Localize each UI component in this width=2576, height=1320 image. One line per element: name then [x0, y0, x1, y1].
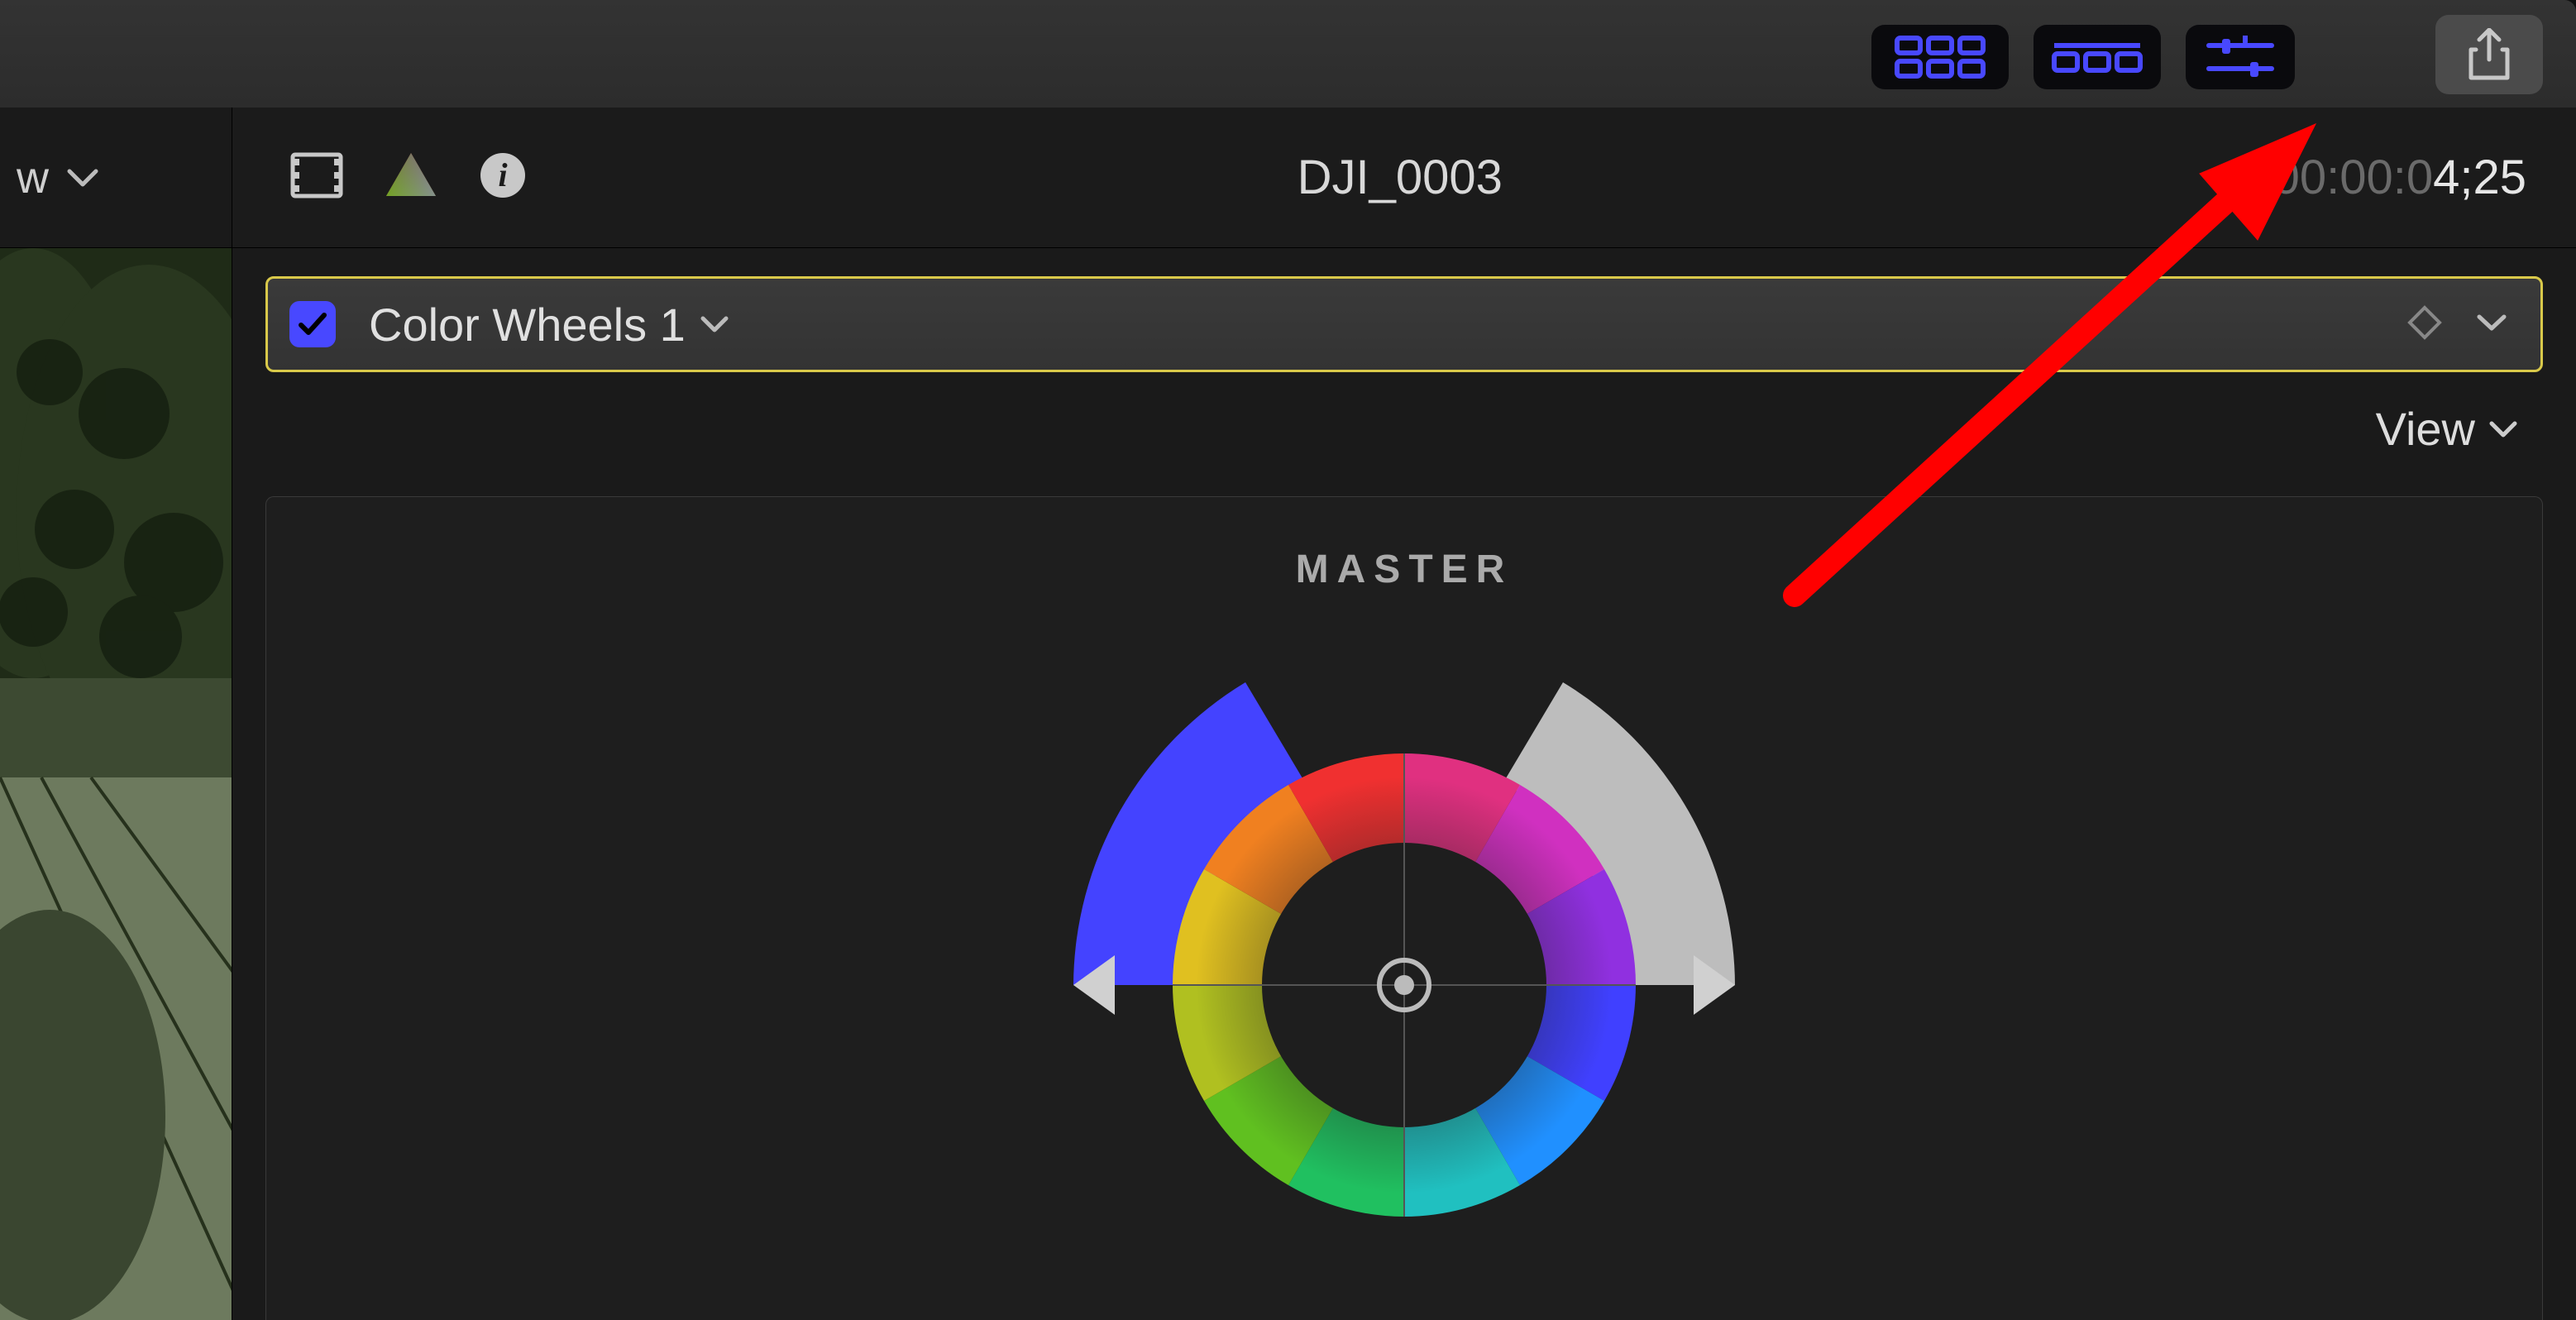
effect-enable-checkbox[interactable] [289, 301, 336, 347]
effect-name-dropdown[interactable]: Color Wheels 1 [369, 298, 729, 352]
top-toolbar [0, 0, 2576, 108]
master-color-wheel[interactable] [1024, 638, 1785, 1320]
chevron-down-icon [700, 315, 729, 333]
wheel-label: MASTER [266, 497, 2542, 592]
filmstrip-icon [2052, 41, 2143, 74]
sliders-icon [2204, 36, 2277, 79]
clip-timecode: 00:00:04;25 [2273, 150, 2526, 205]
view-grid-button[interactable] [1871, 25, 2009, 89]
view-menu-label: View [2376, 402, 2475, 456]
chevron-down-icon [66, 167, 99, 189]
view-filmstrip-button[interactable] [2034, 25, 2161, 89]
check-icon [298, 312, 327, 337]
grid-icon [1895, 36, 1986, 79]
timecode-bright: 4;25 [2433, 151, 2526, 204]
inspector-panel: i DJI_0003 00:00:04;25 Color Wheels 1 [232, 108, 2576, 1320]
color-triangle-icon [385, 151, 437, 199]
timecode-dim: 00:00:0 [2273, 151, 2434, 204]
svg-text:i: i [498, 156, 507, 194]
info-icon: i [479, 151, 527, 199]
chevron-down-icon [2488, 419, 2518, 439]
filmframe-icon [290, 152, 343, 198]
info-inspector-tab[interactable]: i [479, 151, 527, 203]
share-icon [2466, 28, 2512, 81]
clip-title: DJI_0003 [527, 150, 2273, 205]
wheel-view-menu[interactable]: View [232, 372, 2576, 476]
effect-options-button[interactable] [2476, 313, 2507, 337]
view-sliders-button[interactable] [2186, 25, 2295, 89]
video-inspector-tab[interactable] [290, 152, 343, 203]
share-button[interactable] [2435, 15, 2543, 94]
hue-ring[interactable] [1173, 753, 1636, 1217]
viewer-thumbnail [0, 248, 232, 1320]
left-sidebar: w [0, 108, 232, 1320]
effect-row[interactable]: Color Wheels 1 [265, 276, 2543, 372]
color-wheel-panel: MASTER [265, 496, 2543, 1320]
inspector-header: i DJI_0003 00:00:04;25 [232, 108, 2576, 248]
left-view-dropdown[interactable]: w [0, 108, 232, 248]
keyframe-diamond-icon [2406, 304, 2443, 341]
left-view-label: w [17, 152, 50, 203]
chevron-down-icon [2476, 313, 2507, 332]
keyframe-button[interactable] [2406, 304, 2443, 345]
color-inspector-tab[interactable] [385, 151, 437, 203]
effect-name-label: Color Wheels 1 [369, 298, 686, 352]
